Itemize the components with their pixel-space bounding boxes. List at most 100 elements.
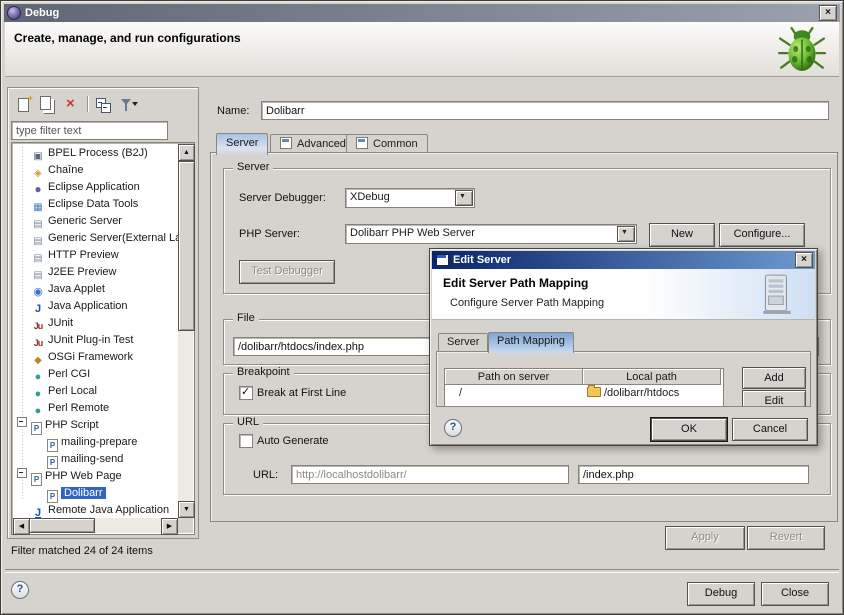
table-row[interactable]: / /dolibarr/htdocs [445, 385, 723, 401]
junit-icon [31, 319, 45, 333]
scroll-left-icon[interactable]: ◀ [13, 518, 30, 535]
configurations-panel: BPEL Process (B2J) Chaîne Eclipse Applic… [7, 87, 199, 539]
sidebar-item-j2ee-preview[interactable]: J2EE Preview [13, 264, 178, 281]
collapse-expander-icon[interactable] [17, 417, 27, 427]
column-local-path[interactable]: Local path [583, 369, 721, 385]
sidebar-item-bpel-process[interactable]: BPEL Process (B2J) [13, 145, 178, 162]
panel-sash[interactable] [199, 87, 208, 539]
ok-button[interactable]: OK [651, 418, 727, 441]
sidebar-item-perl-cgi[interactable]: Perl CGI [13, 366, 178, 383]
filter-configurations-icon[interactable] [119, 96, 136, 113]
debug-configurations-window: Debug × Create, manage, and run configur… [0, 0, 844, 615]
sidebar-item-generic-server-external[interactable]: Generic Server(External La [13, 230, 178, 247]
base-url-input[interactable] [291, 465, 569, 484]
server-debugger-select[interactable]: XDebug [345, 188, 475, 208]
debug-bug-icon [777, 25, 827, 75]
close-button[interactable]: Close [761, 582, 829, 606]
sidebar-item-remote-java-application[interactable]: Remote Java Application [13, 502, 178, 518]
edit-server-dialog: Edit Server × Edit Server Path Mapping C… [429, 248, 818, 446]
sidebar-item-eclipse-application[interactable]: Eclipse Application [13, 179, 178, 196]
cell-path-on-server[interactable]: / [445, 385, 583, 401]
delete-configuration-icon[interactable] [63, 96, 80, 113]
scroll-right-icon[interactable]: ▶ [161, 518, 178, 535]
window-titlebar[interactable]: Debug × [4, 4, 840, 22]
breakpoint-group-title: Breakpoint [233, 366, 294, 378]
sidebar-item-junit[interactable]: JUnit [13, 315, 178, 332]
test-debugger-button[interactable]: Test Debugger [239, 260, 335, 284]
sidebar-item-mailing-prepare[interactable]: mailing-prepare [13, 434, 178, 451]
url-path-input[interactable] [578, 465, 809, 484]
dialog-tab-server[interactable]: Server [438, 333, 488, 353]
perl-icon [31, 404, 45, 418]
filter-input[interactable] [11, 121, 168, 140]
duplicate-configuration-icon[interactable] [39, 96, 56, 113]
scroll-up-icon[interactable]: ▲ [178, 144, 195, 161]
close-window-button[interactable]: × [819, 5, 837, 21]
eclipse-application-icon [31, 182, 45, 196]
auto-generate-checkbox[interactable] [239, 434, 253, 448]
java-applet-icon [31, 285, 45, 299]
advanced-tab-icon [280, 137, 292, 149]
sidebar-item-chaine[interactable]: Chaîne [13, 162, 178, 179]
revert-button[interactable]: Revert [747, 526, 825, 550]
sidebar-item-perl-local[interactable]: Perl Local [13, 383, 178, 400]
chevron-down-icon[interactable] [617, 226, 635, 242]
column-path-on-server[interactable]: Path on server [445, 369, 583, 385]
new-configuration-icon[interactable] [15, 96, 32, 113]
add-mapping-button[interactable]: Add [742, 367, 806, 389]
menu-dropdown-icon[interactable] [132, 102, 138, 106]
horizontal-scroll-thumb[interactable] [29, 518, 95, 533]
cell-local-path[interactable]: /dolibarr/htdocs [583, 385, 721, 401]
configure-server-button[interactable]: Configure... [719, 223, 805, 247]
edit-server-title: Edit Server [453, 254, 795, 266]
sidebar-item-junit-plugin-test[interactable]: JUnit Plug-in Test [13, 332, 178, 349]
vertical-scroll-thumb[interactable] [178, 161, 195, 331]
php-server-select[interactable]: Dolibarr PHP Web Server [345, 224, 637, 244]
sidebar-item-generic-server[interactable]: Generic Server [13, 213, 178, 230]
sidebar-item-php-web-page[interactable]: PHP Web Page [13, 468, 178, 485]
name-input[interactable] [261, 101, 829, 120]
dialog-window-icon [436, 254, 449, 266]
sidebar-item-eclipse-data-tools[interactable]: Eclipse Data Tools [13, 196, 178, 213]
sidebar-item-mailing-send[interactable]: mailing-send [13, 451, 178, 468]
banner-title: Create, manage, and run configurations [14, 31, 241, 45]
perl-icon [31, 370, 45, 384]
help-icon[interactable] [11, 581, 29, 599]
sidebar-item-http-preview[interactable]: HTTP Preview [13, 247, 178, 264]
edit-server-titlebar[interactable]: Edit Server × [432, 251, 815, 269]
close-dialog-button[interactable]: × [795, 252, 813, 268]
sidebar-item-osgi-framework[interactable]: OSGi Framework [13, 349, 178, 366]
window-title: Debug [25, 7, 819, 19]
configurations-toolbar [10, 90, 196, 118]
chevron-down-icon[interactable] [455, 190, 473, 206]
edit-server-heading: Edit Server Path Mapping [443, 276, 588, 290]
filter-status: Filter matched 24 of 24 items [11, 545, 153, 557]
tab-server[interactable]: Server [216, 133, 268, 155]
sidebar-item-php-script[interactable]: PHP Script [13, 417, 178, 434]
cancel-button[interactable]: Cancel [732, 418, 808, 441]
sidebar-item-perl-remote[interactable]: Perl Remote [13, 400, 178, 417]
collapse-all-icon[interactable] [95, 96, 112, 113]
scroll-down-icon[interactable]: ▼ [178, 501, 195, 518]
apply-button[interactable]: Apply [665, 526, 745, 550]
sidebar-item-dolibarr[interactable]: Dolibarr [13, 485, 178, 502]
sidebar-item-java-application[interactable]: Java Application [13, 298, 178, 315]
url-label: URL: [253, 469, 278, 481]
tree-vertical-scrollbar[interactable]: ▲ ▼ [178, 144, 193, 518]
dialog-help-icon[interactable] [444, 419, 462, 437]
configurations-tree: BPEL Process (B2J) Chaîne Eclipse Applic… [11, 142, 195, 535]
collapse-expander-icon[interactable] [17, 468, 27, 478]
remote-java-icon [31, 506, 45, 518]
sidebar-item-java-applet[interactable]: Java Applet [13, 281, 178, 298]
new-server-button[interactable]: New [649, 223, 715, 247]
table-header-row: Path on server Local path [445, 369, 723, 385]
server-group-title: Server [233, 161, 273, 173]
break-at-first-line-checkbox[interactable] [239, 386, 253, 400]
tree-horizontal-scrollbar[interactable]: ◀ ▶ [13, 518, 178, 533]
debug-button[interactable]: Debug [687, 582, 755, 606]
dialog-tab-path-mapping[interactable]: Path Mapping [488, 332, 574, 353]
file-group-title: File [233, 312, 259, 324]
scrollbar-corner [178, 518, 193, 533]
server-debugger-label: Server Debugger: [239, 192, 326, 204]
edit-mapping-button[interactable]: Edit [742, 390, 806, 407]
